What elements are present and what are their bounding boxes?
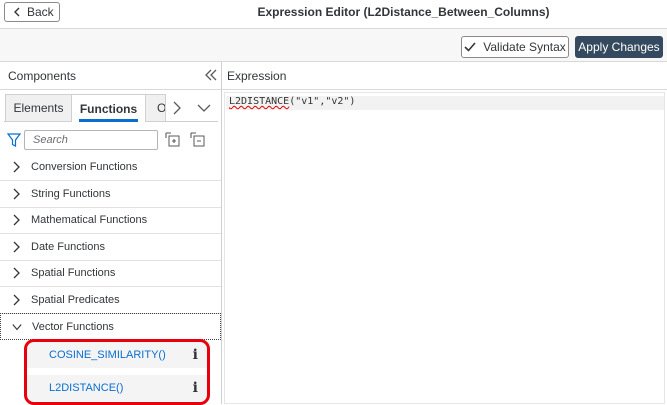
chevron-right-icon xyxy=(13,214,20,226)
chevron-right-icon xyxy=(13,241,20,253)
active-tab-indicator xyxy=(79,119,138,122)
collapse-all-icon[interactable] xyxy=(190,132,206,148)
expand-all-icon[interactable] xyxy=(165,132,181,148)
chevron-right-icon xyxy=(13,161,20,173)
collapse-panel-icon[interactable] xyxy=(204,68,218,82)
chevron-right-icon xyxy=(13,188,20,200)
page-title: Expression Editor (L2Distance_Between_Co… xyxy=(257,5,550,19)
expression-arguments: ("v1","v2") xyxy=(289,96,356,107)
chevron-down-icon xyxy=(12,323,22,330)
tab-functions-label: Functions xyxy=(79,101,138,116)
tree-item-spatial-predicates[interactable]: Spatial Predicates xyxy=(0,287,221,314)
chevron-down-icon[interactable] xyxy=(196,100,212,116)
tree-item-conversion-functions[interactable]: Conversion Functions xyxy=(0,154,221,181)
expression-header: Expression xyxy=(222,62,667,90)
tree-item-label: Spatial Functions xyxy=(31,267,116,279)
tree-item-label: String Functions xyxy=(31,188,111,200)
expression-code[interactable]: L2DISTANCE("v1","v2") xyxy=(229,96,355,107)
tree-item-label: Spatial Predicates xyxy=(31,294,120,306)
filter-icon[interactable] xyxy=(6,132,22,148)
checkmark-icon xyxy=(464,42,476,52)
tree-item-date-functions[interactable]: Date Functions xyxy=(0,234,221,261)
search-input[interactable]: Search xyxy=(24,130,158,150)
components-header: Components xyxy=(0,62,222,90)
tree-item-label: Date Functions xyxy=(31,241,105,253)
tree-item-string-functions[interactable]: String Functions xyxy=(0,181,221,208)
chevron-right-icon[interactable] xyxy=(170,100,184,116)
apply-changes-button[interactable]: Apply Changes xyxy=(575,36,663,58)
tree-item-spatial-functions[interactable]: Spatial Functions xyxy=(0,260,221,287)
tree-item-mathematical-functions[interactable]: Mathematical Functions xyxy=(0,207,221,234)
tree-item-label: Mathematical Functions xyxy=(31,214,148,226)
tab-other[interactable]: O xyxy=(145,94,166,122)
chevron-right-icon xyxy=(13,294,20,306)
tree-item-label: Vector Functions xyxy=(32,320,114,333)
tree-item-vector-functions[interactable]: Vector Functions xyxy=(0,313,221,340)
highlight-annotation xyxy=(24,339,210,405)
tab-functions[interactable]: Functions xyxy=(72,94,145,122)
expression-function-name: L2DISTANCE xyxy=(229,96,290,107)
validate-syntax-label: Validate Syntax xyxy=(483,40,566,54)
expression-editor[interactable] xyxy=(224,92,665,404)
validate-syntax-button[interactable]: Validate Syntax xyxy=(461,36,569,58)
tab-elements[interactable]: Elements xyxy=(5,94,72,122)
chevron-right-icon xyxy=(13,267,20,279)
tree-item-label: Conversion Functions xyxy=(31,161,138,173)
